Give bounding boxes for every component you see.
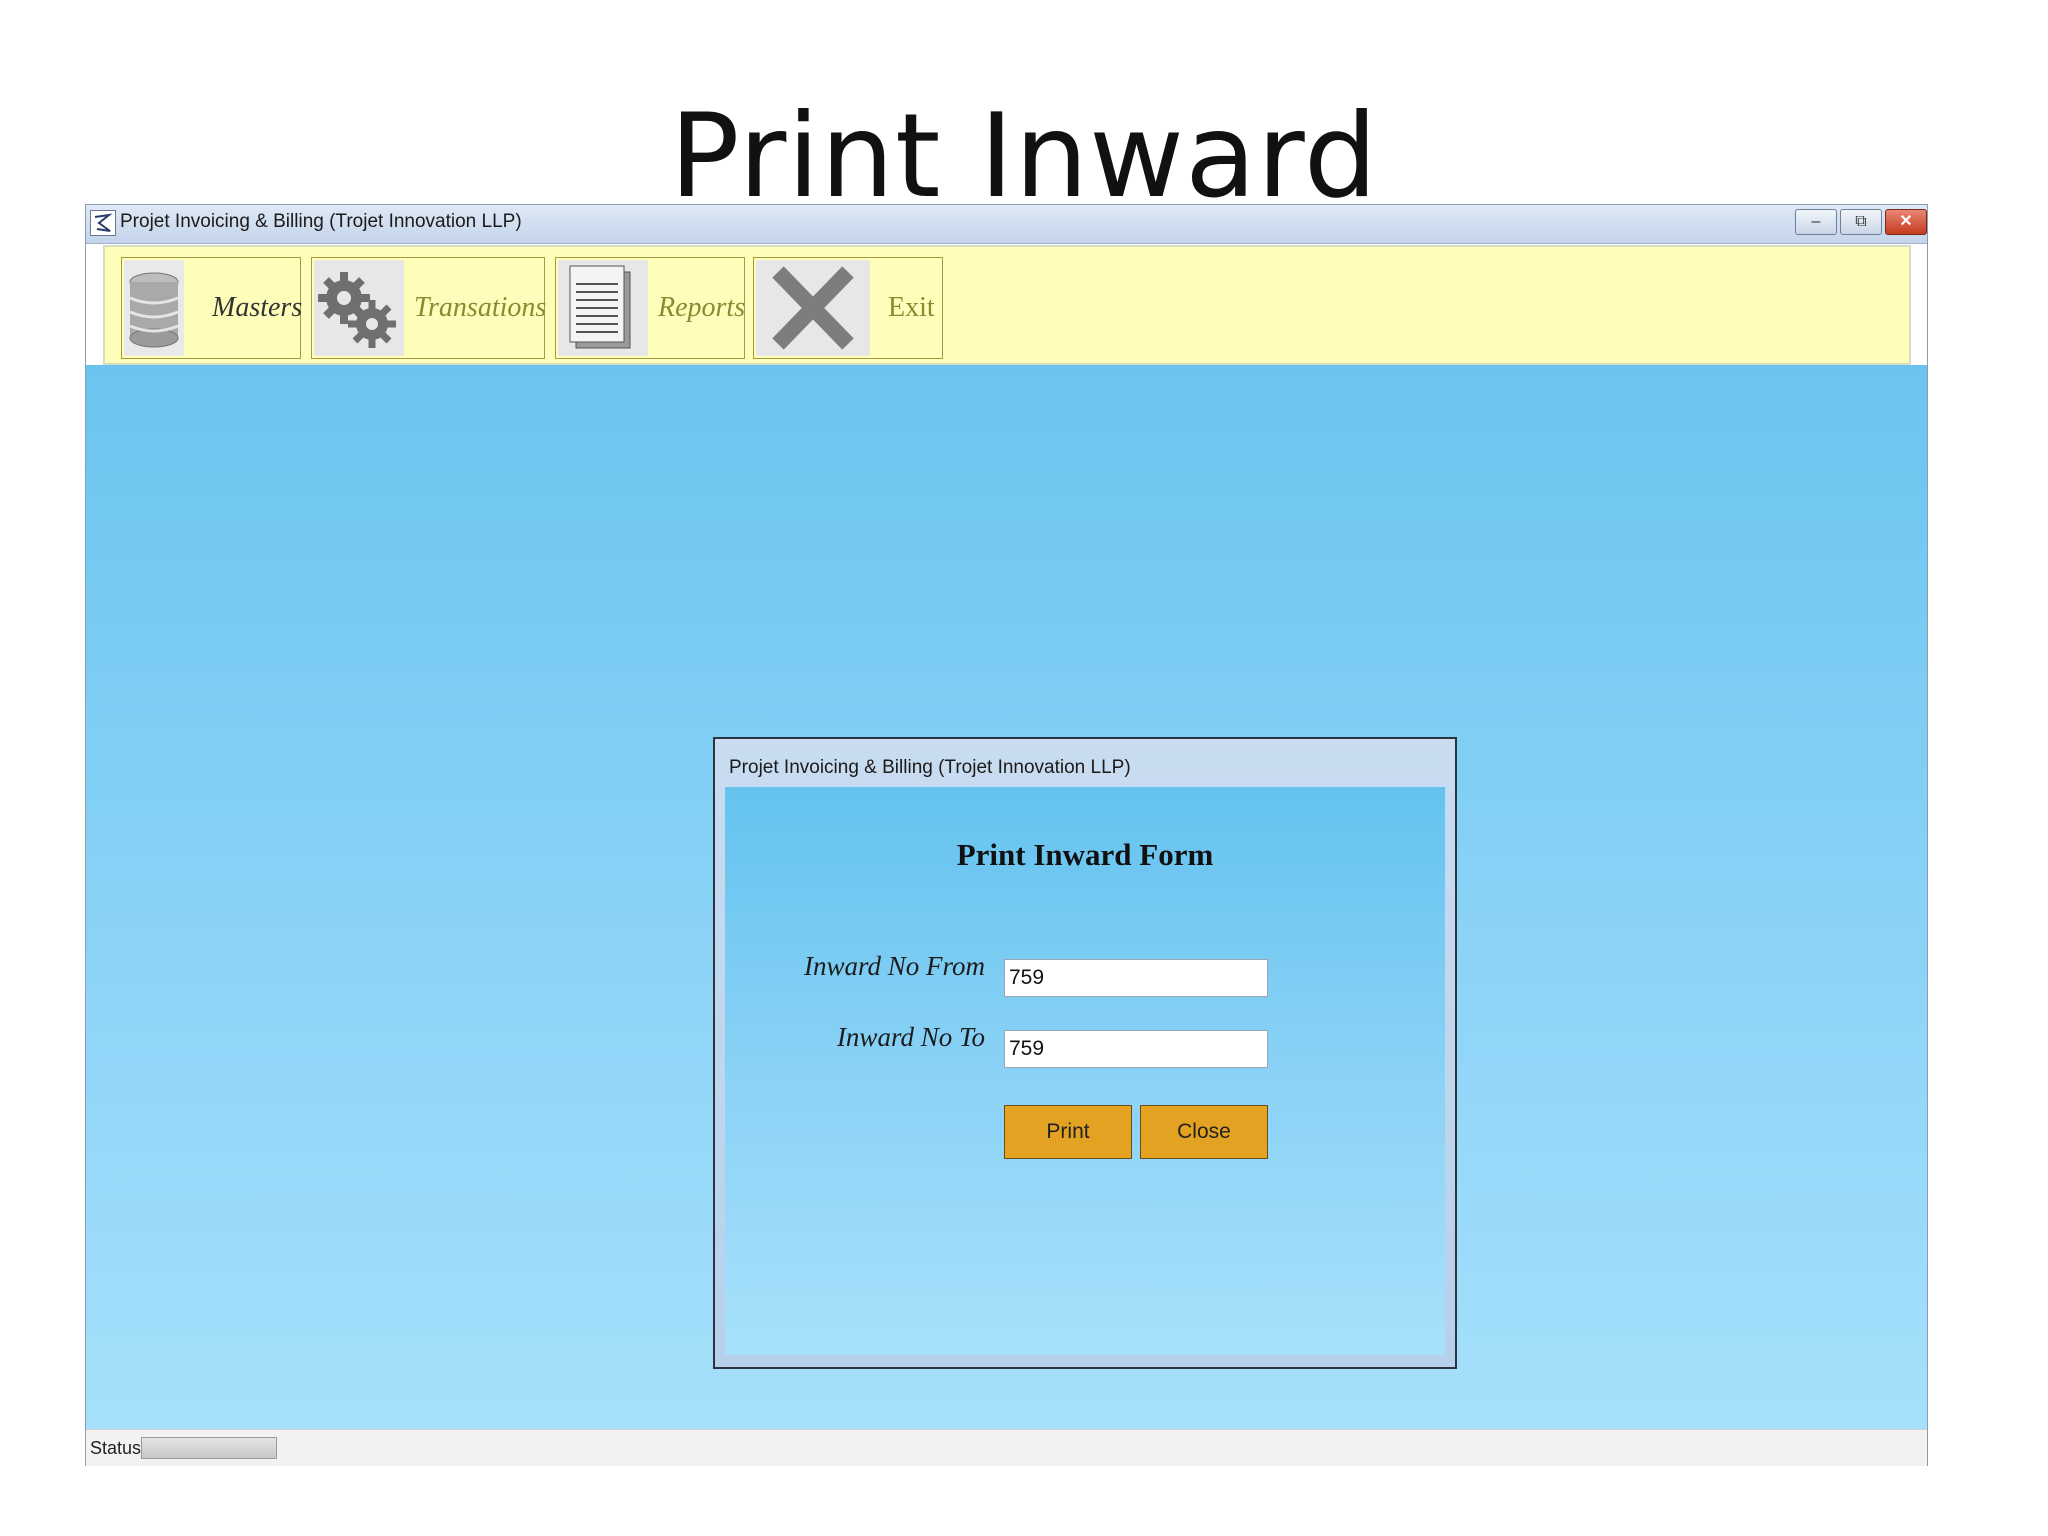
restore-button[interactable]: ⧉ xyxy=(1840,209,1882,235)
print-button[interactable]: Print xyxy=(1004,1105,1132,1159)
reports-label: Reports xyxy=(658,292,746,323)
slide-title: Print Inward xyxy=(669,89,1379,224)
transations-label: Transations xyxy=(414,292,547,323)
status-bar: Status xyxy=(86,1429,1927,1466)
database-icon xyxy=(124,260,184,356)
inward-no-to-label: Inward No To xyxy=(836,1022,985,1052)
window-titlebar[interactable]: Projet Invoicing & Billing (Trojet Innov… xyxy=(86,205,1927,244)
close-window-button[interactable]: ✕ xyxy=(1885,209,1927,235)
dialog-body: Print Inward Form Inward No From Inward … xyxy=(725,787,1445,1355)
close-button[interactable]: Close xyxy=(1140,1105,1268,1159)
status-progress-bar xyxy=(141,1437,277,1459)
dialog-title: Projet Invoicing & Billing (Trojet Innov… xyxy=(729,757,1131,778)
exit-label: Exit xyxy=(888,292,935,323)
inward-no-from-label: Inward No From xyxy=(803,951,985,981)
reports-button[interactable]: Reports xyxy=(555,257,745,359)
print-inward-dialog: Projet Invoicing & Billing (Trojet Innov… xyxy=(713,737,1457,1369)
mdi-workspace: Projet Invoicing & Billing (Trojet Innov… xyxy=(86,365,1927,1429)
main-toolbar: Masters Transations Reports Exit xyxy=(103,245,1911,365)
app-window: Projet Invoicing & Billing (Trojet Innov… xyxy=(85,204,1928,1466)
app-logo-icon xyxy=(90,210,116,236)
masters-button[interactable]: Masters xyxy=(121,257,303,359)
transations-button[interactable]: Transations xyxy=(311,257,547,359)
status-label: Status xyxy=(90,1438,142,1458)
inward-no-to-input[interactable] xyxy=(1004,1030,1268,1068)
exit-button[interactable]: Exit xyxy=(753,257,943,359)
minimize-button[interactable]: – xyxy=(1795,209,1837,235)
inward-no-from-input[interactable] xyxy=(1004,959,1268,997)
window-title: Projet Invoicing & Billing (Trojet Innov… xyxy=(120,211,522,232)
masters-label: Masters xyxy=(212,292,303,323)
gears-icon xyxy=(314,260,404,356)
report-icon xyxy=(558,260,648,356)
exit-x-icon xyxy=(756,260,870,356)
form-title: Print Inward Form xyxy=(956,837,1214,872)
